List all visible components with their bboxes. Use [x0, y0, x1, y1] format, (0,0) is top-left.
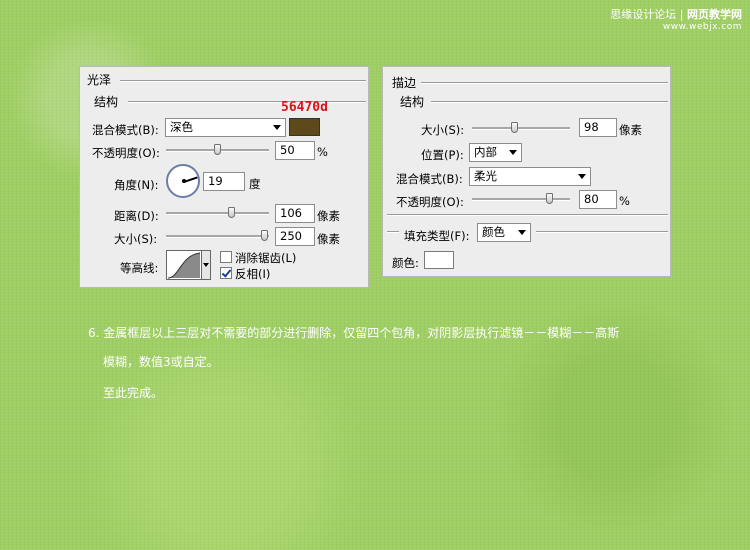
gloss-opacity-input[interactable]: 50: [275, 141, 315, 160]
gloss-color-code-note: 56470d: [281, 100, 328, 115]
gloss-panel-title: 光泽: [85, 71, 114, 88]
slider-track: [166, 235, 269, 238]
slider-track: [472, 127, 570, 130]
stroke-size-unit: 像素: [619, 123, 642, 137]
slider-thumb[interactable]: [511, 122, 519, 133]
watermark-url: www.webjx.com: [662, 22, 742, 32]
gloss-opacity-unit: %: [317, 145, 328, 159]
slider-thumb[interactable]: [227, 207, 235, 218]
stroke-opacity-label: 不透明度(O):: [396, 195, 464, 209]
gloss-size-unit: 像素: [317, 232, 340, 246]
gloss-distance-unit: 像素: [317, 209, 340, 223]
gloss-blend-mode-label: 混合模式(B):: [92, 123, 159, 137]
watermark-site-a: 思缘设计论坛: [610, 8, 677, 21]
stroke-blend-mode-label: 混合模式(B):: [396, 172, 463, 186]
stroke-title-divider: [421, 82, 668, 84]
gloss-angle-label: 角度(N):: [114, 178, 159, 192]
stroke-section-divider: [431, 101, 668, 103]
stroke-fill-type-select[interactable]: 颜色: [477, 223, 531, 242]
stroke-fill-type-label: 填充类型(F):: [404, 229, 470, 243]
watermark-site-b: 网页教学网: [687, 8, 742, 21]
gloss-blend-mode-select[interactable]: 深色: [165, 118, 286, 137]
stroke-size-input[interactable]: 98: [579, 118, 617, 137]
gloss-section-label: 结构: [92, 93, 121, 110]
stroke-panel-title: 描边: [390, 74, 419, 91]
watermark: 思缘设计论坛 | 网页教学网 www.webjx.com: [610, 6, 742, 32]
gloss-angle-input[interactable]: 19: [203, 172, 245, 191]
stroke-fill-divider: [387, 214, 668, 216]
gloss-size-label: 大小(S):: [114, 232, 158, 246]
gloss-angle-dial[interactable]: [166, 164, 200, 198]
slider-thumb[interactable]: [546, 193, 554, 204]
instruction-line-1: 6. 金属框层以上三层对不需要的部分进行删除，仅留四个包角，对阴影层执行滤镜－－…: [88, 326, 620, 340]
stroke-panel: 描边 结构 大小(S): 98 像素 位置(P): 内部 混合模式(B): 柔光…: [382, 66, 671, 277]
stroke-color-label: 颜色:: [392, 256, 419, 270]
gloss-contour-label: 等高线:: [120, 261, 159, 275]
angle-center: [182, 179, 186, 183]
gloss-title-divider: [120, 80, 366, 82]
gloss-angle-unit: 度: [249, 177, 261, 191]
stroke-fill-left-tick: [387, 231, 399, 233]
chevron-down-icon: [509, 150, 517, 155]
gloss-invert-label: 反相(I): [235, 267, 271, 281]
watermark-separator: |: [679, 8, 684, 21]
instruction-line-3: 至此完成。: [103, 386, 164, 400]
stroke-opacity-slider[interactable]: [472, 193, 570, 205]
stroke-opacity-input[interactable]: 80: [579, 190, 617, 209]
gloss-panel: 光泽 结构 混合模式(B): 深色 56470d 不透明度(O): 50 % 角…: [79, 66, 369, 288]
gloss-section-divider: [128, 101, 366, 103]
gloss-opacity-slider[interactable]: [166, 144, 269, 156]
slider-track: [166, 212, 269, 215]
instruction-line-2: 模糊，数值3或自定。: [103, 355, 219, 369]
gloss-color-swatch[interactable]: [289, 118, 320, 136]
gloss-distance-label: 距离(D):: [114, 209, 159, 223]
gloss-size-slider[interactable]: [166, 230, 269, 242]
chevron-down-icon: [203, 263, 209, 267]
stroke-fill-type-value: 颜色: [482, 225, 505, 239]
gloss-blend-mode-value: 深色: [170, 120, 193, 134]
stroke-blend-mode-select[interactable]: 柔光: [469, 167, 591, 186]
stroke-position-value: 内部: [474, 145, 497, 159]
stroke-size-slider[interactable]: [472, 122, 570, 134]
slider-thumb[interactable]: [260, 230, 268, 241]
gloss-antialias-checkbox[interactable]: [220, 251, 232, 263]
gloss-contour-dropdown[interactable]: [202, 250, 211, 280]
gloss-distance-input[interactable]: 106: [275, 204, 315, 223]
slider-thumb[interactable]: [213, 144, 221, 155]
gloss-size-input[interactable]: 250: [275, 227, 315, 246]
stroke-position-select[interactable]: 内部: [469, 143, 522, 162]
stroke-section-label: 结构: [398, 93, 427, 110]
stroke-size-label: 大小(S):: [421, 123, 465, 137]
chevron-down-icon: [273, 125, 281, 130]
stroke-blend-mode-value: 柔光: [474, 169, 497, 183]
chevron-down-icon: [518, 230, 526, 235]
slider-track: [472, 198, 570, 201]
gloss-distance-slider[interactable]: [166, 207, 269, 219]
stroke-position-label: 位置(P):: [421, 148, 464, 162]
stroke-fill-right-line: [536, 231, 668, 233]
stroke-opacity-unit: %: [619, 194, 630, 208]
stroke-color-swatch[interactable]: [424, 251, 454, 269]
gloss-contour-preview[interactable]: [166, 250, 202, 280]
chevron-down-icon: [578, 174, 586, 179]
contour-curve-icon: [167, 252, 201, 279]
gloss-opacity-label: 不透明度(O):: [92, 146, 160, 160]
gloss-invert-checkbox[interactable]: [220, 267, 232, 279]
gloss-antialias-label: 消除锯齿(L): [235, 251, 297, 265]
